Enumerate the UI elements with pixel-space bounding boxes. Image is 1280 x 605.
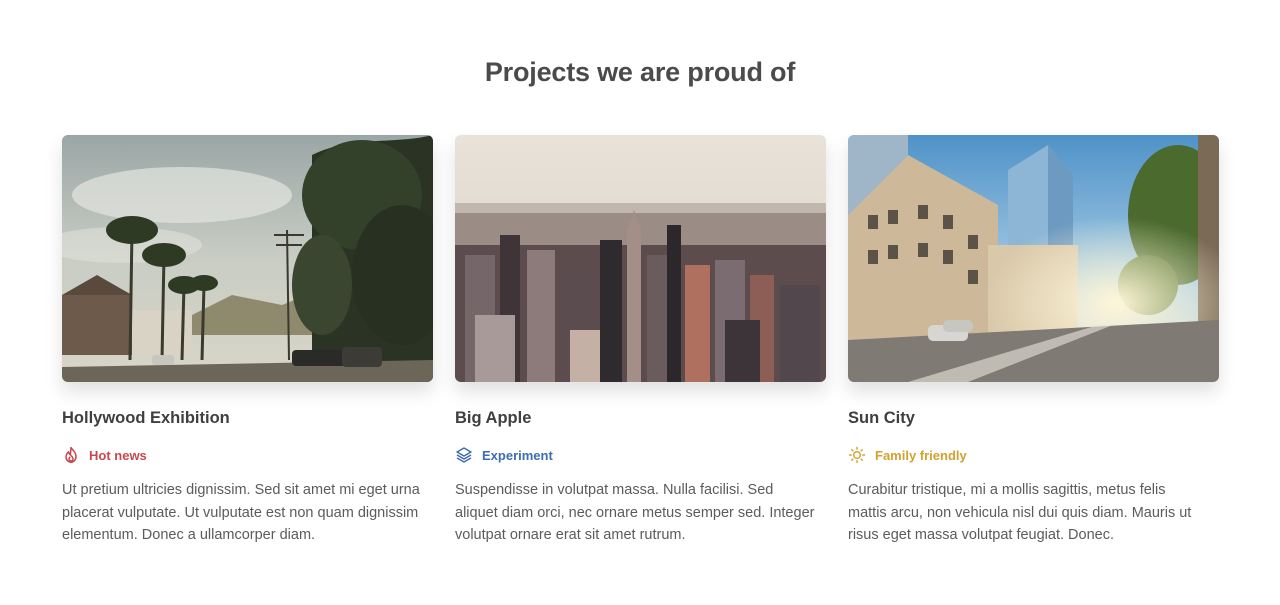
hollywood-photo[interactable]: [62, 135, 433, 382]
tag-label: Hot news: [89, 447, 147, 463]
layers-icon: [455, 446, 473, 464]
project-title[interactable]: Hollywood Exhibition: [62, 409, 433, 428]
project-card-sun-city[interactable]: Sun City Family friendly Curabitur trist…: [848, 135, 1219, 547]
sun-icon: [848, 446, 866, 464]
projects-section: Projects we are proud of Hollywood Exhib…: [0, 0, 1280, 605]
project-title[interactable]: Big Apple: [455, 409, 826, 428]
big-apple-photo[interactable]: [455, 135, 826, 382]
tag-label: Family friendly: [875, 447, 967, 463]
project-cards: Hollywood Exhibition Hot news Ut pretium…: [62, 135, 1219, 547]
section-title: Projects we are proud of: [484, 57, 796, 87]
project-tag-hot-news: Hot news: [62, 445, 433, 465]
project-tag-experiment: Experiment: [455, 445, 826, 465]
project-description: Ut pretium ultricies dignissim. Sed sit …: [62, 482, 420, 543]
project-card-big-apple[interactable]: Big Apple Experiment Suspendisse in volu…: [455, 135, 826, 547]
flame-icon: [62, 446, 80, 464]
project-title[interactable]: Sun City: [848, 409, 1219, 428]
project-tag-family-friendly: Family friendly: [848, 445, 1219, 465]
tag-label: Experiment: [482, 447, 553, 463]
project-description: Curabitur tristique, mi a mollis sagitti…: [848, 482, 1192, 543]
project-card-hollywood[interactable]: Hollywood Exhibition Hot news Ut pretium…: [62, 135, 433, 547]
sun-city-photo[interactable]: [848, 135, 1219, 382]
project-description: Suspendisse in volutpat massa. Nulla fac…: [455, 482, 815, 543]
